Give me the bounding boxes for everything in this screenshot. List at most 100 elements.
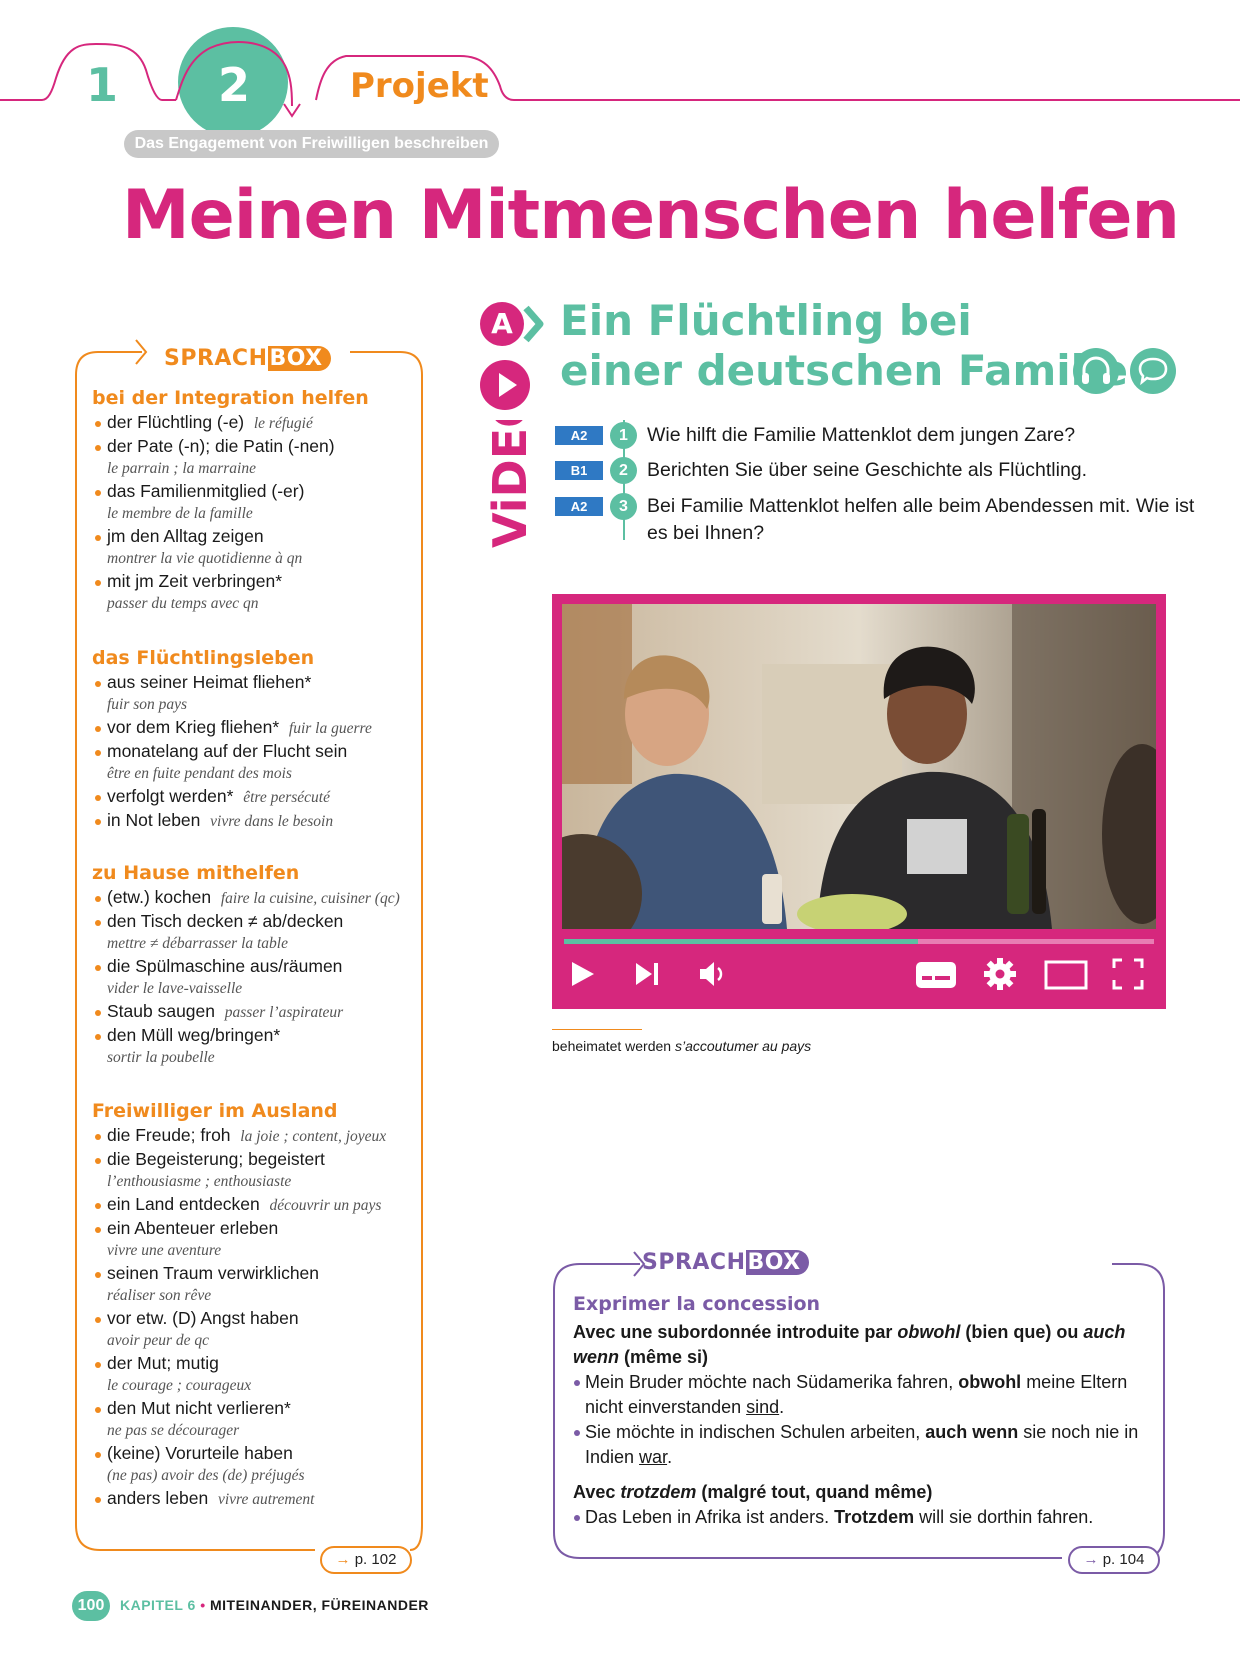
vocab-french: passer l’aspirateur	[224, 1004, 344, 1021]
vocab-german: monatelang auf der Flucht sein	[107, 741, 348, 761]
example-trotzdem: Das Leben in Afrika ist anders. Trotzdem…	[573, 1505, 1143, 1530]
vocab-french: le parrain ; la marraine	[107, 460, 256, 477]
vocab-french: vider le lave-vaisselle	[107, 980, 243, 997]
video-player[interactable]	[552, 594, 1166, 1009]
example-text: Mein Bruder möchte nach Südamerika fahre…	[585, 1372, 959, 1392]
chapter-number: KAPITEL 6	[120, 1597, 196, 1613]
tab-chapter-1[interactable]: 1	[86, 58, 118, 112]
vocab-german: der Flüchtling (-e)	[107, 412, 245, 432]
speech-bubble-icon[interactable]	[1130, 348, 1176, 394]
task-number: 1	[610, 422, 637, 449]
section-title-line1: Ein Flüchtling bei	[560, 296, 972, 345]
play-icon[interactable]	[480, 360, 530, 410]
vocab-german: in Not leben	[107, 810, 201, 830]
vocab-item: die Spülmaschine aus/räumen vider le lave…	[92, 955, 422, 1000]
vocab-german: (keine) Vorurteile haben	[107, 1443, 293, 1463]
vocab-german: mit jm Zeit verbringen*	[107, 571, 283, 591]
vocab-german: seinen Traum verwirklichen	[107, 1263, 320, 1283]
vocab-german: ein Abenteuer erleben	[107, 1218, 279, 1238]
vocab-item: monatelang auf der Flucht sein être en fu…	[92, 740, 422, 785]
vocab-group-zu-hause: zu Hause mithelfen (etw.) kochen faire la…	[92, 862, 422, 1069]
vocab-item: jm den Alltag zeigen montrer la vie quoti…	[92, 525, 422, 570]
task-number: 2	[610, 457, 637, 484]
vocab-french: la joie ; content, joyeux	[240, 1128, 387, 1145]
intro-text: Avec	[573, 1482, 621, 1502]
example-verb: sind	[746, 1397, 780, 1417]
example-text: .	[667, 1447, 673, 1467]
vocab-french: le membre de la famille	[107, 505, 253, 522]
play-icon[interactable]	[562, 954, 602, 994]
tab-chapter-2[interactable]: 2	[218, 58, 250, 112]
vocab-item: das Familienmitglied (-er) le membre de l…	[92, 480, 422, 525]
video-progress-bar[interactable]	[564, 939, 1154, 944]
vocab-item: mit jm Zeit verbringen* passer du temps a…	[92, 570, 422, 615]
task-number: 3	[610, 493, 637, 520]
vocab-german: der Pate (-n); die Patin (-nen)	[107, 436, 335, 456]
svg-text:ViDEO: ViDEO	[483, 420, 537, 548]
vocab-item: seinen Traum verwirklichen réaliser son r…	[92, 1262, 422, 1307]
vocab-item: der Mut; mutig le courage ; courageux	[92, 1352, 422, 1397]
vocab-french: découvrir un pays	[269, 1197, 382, 1214]
theater-mode-icon[interactable]	[1042, 954, 1090, 994]
vocab-group-freiwilliger: Freiwilliger im Ausland die Freude; froh …	[92, 1100, 422, 1511]
task-text: Bei Familie Mattenklot helfen alle beim …	[647, 495, 1195, 544]
vocab-german: vor etw. (D) Angst haben	[107, 1308, 299, 1328]
page-reference-link[interactable]: → p. 102	[320, 1546, 412, 1574]
lesson-subtitle: Das Engagement von Freiwilligen beschrei…	[124, 130, 499, 158]
vocab-french: être en fuite pendant des mois	[107, 765, 292, 782]
level-badge: B1	[555, 461, 603, 480]
example-text: Sie möchte in indischen Schulen arbeiten…	[585, 1422, 926, 1442]
vocab-german: der Mut; mutig	[107, 1353, 219, 1373]
sprachbox-label-b: BOX	[745, 1250, 809, 1275]
volume-icon[interactable]	[692, 954, 732, 994]
vocab-german: die Begeisterung; begeistert	[107, 1149, 325, 1169]
skip-next-icon[interactable]	[627, 954, 667, 994]
example-keyword: Trotzdem	[834, 1507, 915, 1527]
chevron-right-icon	[523, 305, 544, 343]
vocab-german: den Tisch decken ≠ ab/decken	[107, 911, 344, 931]
vocab-french: fuir la guerre	[288, 720, 372, 737]
vocab-item: die Begeisterung; begeistert l’enthousias…	[92, 1148, 422, 1193]
vocab-item: den Mut nicht verlieren* ne pas se décour…	[92, 1397, 422, 1442]
vocab-group-fluechtlingsleben: das Flüchtlingsleben aus seiner Heimat fl…	[92, 647, 422, 833]
vocab-item: die Freude; froh la joie ; content, joye…	[92, 1124, 422, 1148]
chapter-tabs-decoration	[0, 27, 1240, 137]
fullscreen-icon[interactable]	[1108, 954, 1148, 994]
example-auch-wenn: Sie möchte in indischen Schulen arbeiten…	[573, 1420, 1143, 1470]
vocab-item: den Müll weg/bringen* sortir la poubelle	[92, 1024, 422, 1069]
section-title-line2: einer deutschen Familie	[560, 346, 1128, 395]
headphones-icon[interactable]	[1073, 348, 1119, 394]
vocab-french: ne pas se décourager	[107, 1422, 240, 1439]
vocab-item: anders leben vivre autrement	[92, 1487, 422, 1511]
page-reference-link[interactable]: → p. 104	[1068, 1546, 1160, 1574]
subtitles-icon[interactable]	[912, 954, 960, 994]
vocab-french: être persécuté	[243, 789, 330, 806]
vocab-heading: bei der Integration helfen	[92, 387, 369, 409]
section-title: Ein Flüchtling bei einer deutschen Famil…	[560, 296, 1128, 396]
arrow-right-icon: →	[335, 1551, 351, 1568]
vocab-french: l’enthousiasme ; enthousiaste	[107, 1173, 292, 1190]
vocab-item: ein Abenteuer erleben vivre une aventure	[92, 1217, 422, 1262]
example-keyword: obwohl	[958, 1372, 1022, 1392]
grammar-intro-trotzdem: Avec trotzdem (malgré tout, quand même)	[573, 1480, 1143, 1505]
footer-separator: •	[200, 1597, 206, 1613]
settings-icon[interactable]	[980, 954, 1020, 994]
vocab-item: Staub saugen passer l’aspirateur	[92, 1000, 422, 1024]
vocab-german: den Mut nicht verlieren*	[107, 1398, 291, 1418]
video-label: ViDEO	[483, 420, 537, 548]
vocab-french: vivre une aventure	[107, 1242, 222, 1259]
vocab-german: Staub saugen	[107, 1001, 216, 1021]
footnote-divider	[552, 1029, 642, 1030]
concession-grammar-box: Exprimer la concession Avec une subordon…	[573, 1292, 1143, 1530]
sprachbox-label-a: SPRACH	[164, 346, 268, 371]
vocab-item: aus seiner Heimat fliehen* fuir son pays	[92, 671, 422, 716]
page-title: Meinen Mitmenschen helfen	[122, 176, 1180, 255]
example-text: will sie dorthin fahren.	[914, 1507, 1094, 1527]
example-text: .	[779, 1397, 785, 1417]
vocab-french: montrer la vie quotidienne à qn	[107, 550, 303, 567]
vocab-german: das Familienmitglied (-er)	[107, 481, 305, 501]
video-still-image[interactable]	[562, 604, 1156, 929]
tab-projekt[interactable]: Projekt	[350, 66, 489, 106]
chapter-title: MITEINANDER, FÜREINANDER	[210, 1597, 429, 1613]
level-badge: A2	[555, 426, 603, 445]
